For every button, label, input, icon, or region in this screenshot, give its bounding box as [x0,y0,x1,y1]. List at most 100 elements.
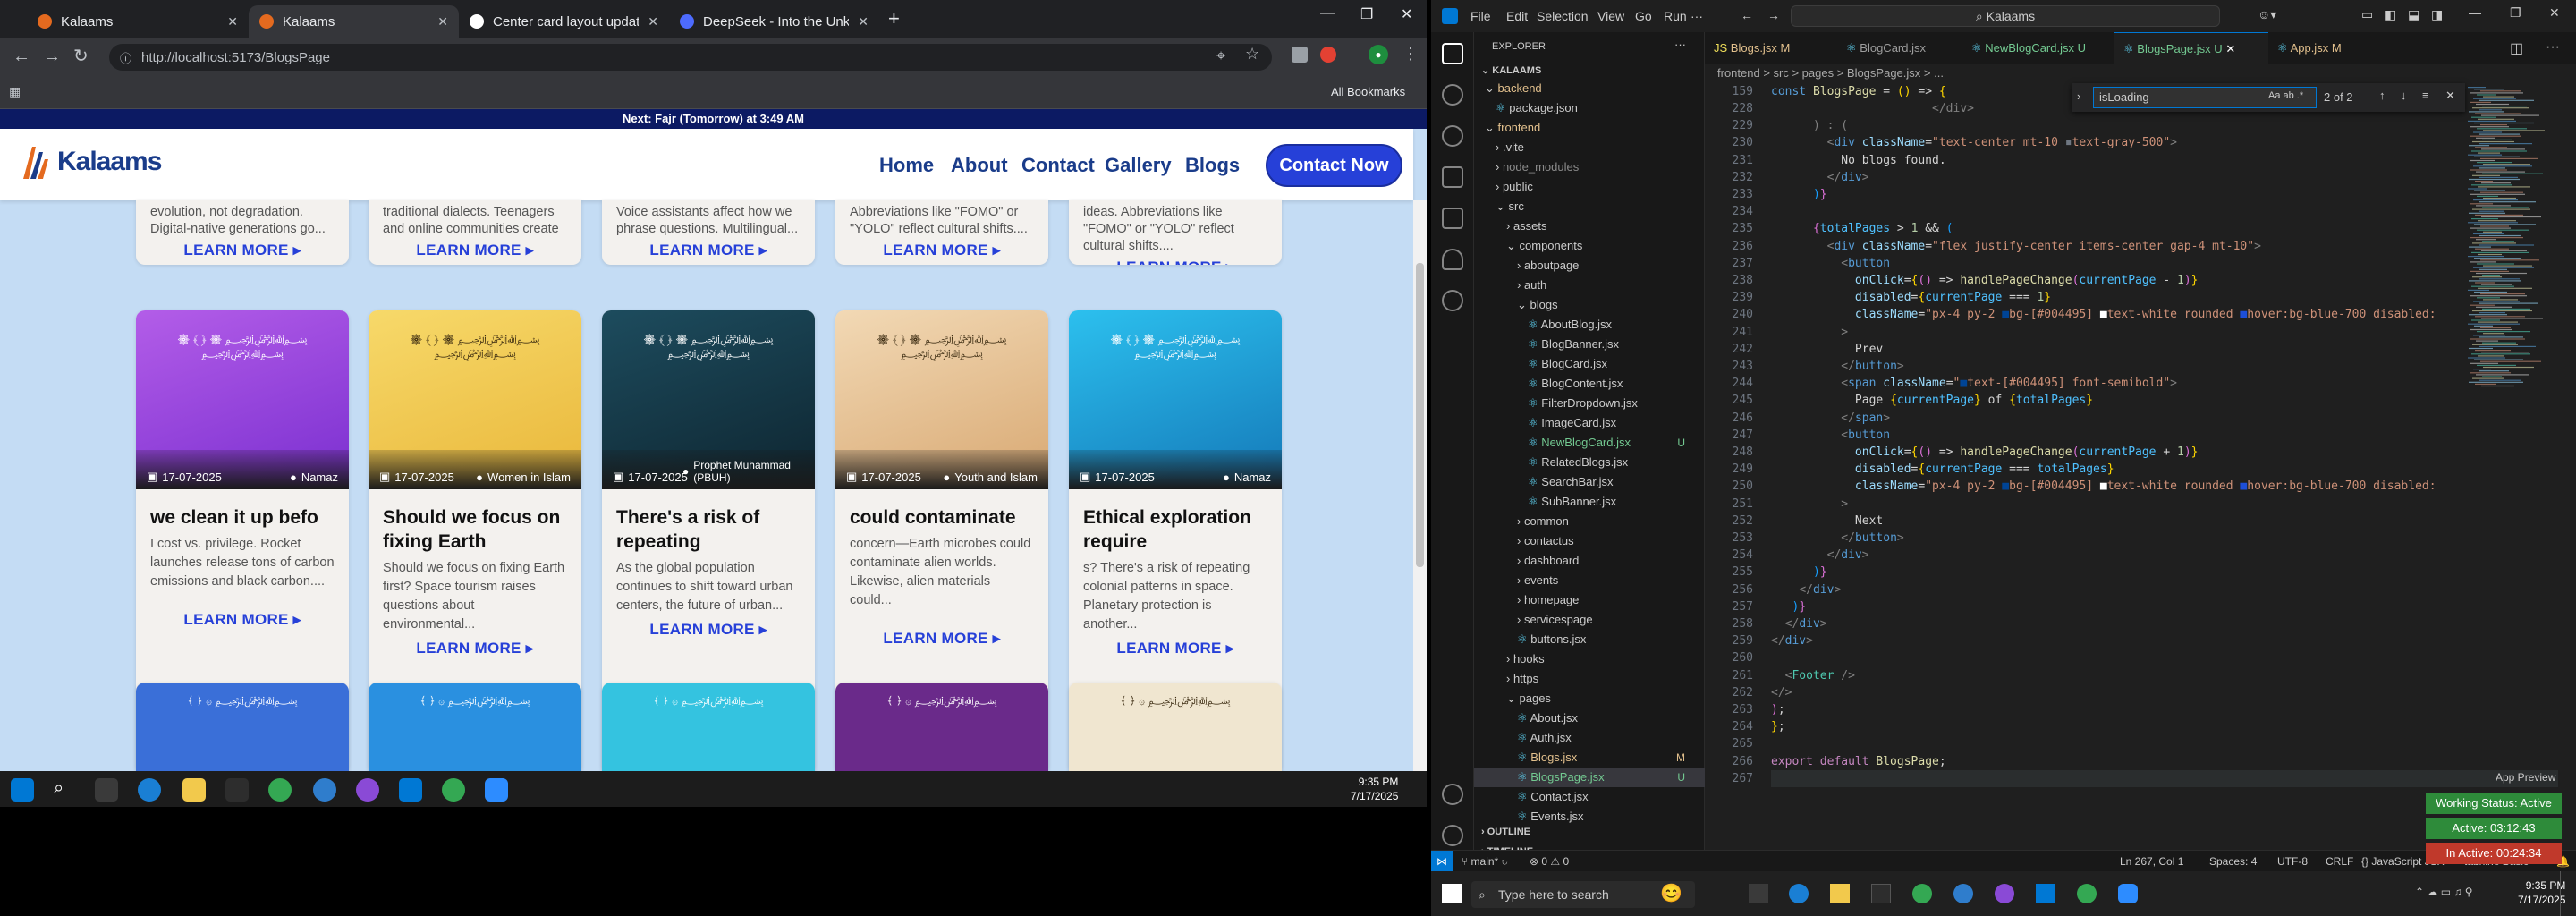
edge-icon[interactable] [138,778,161,802]
close-tab-icon[interactable]: ✕ [2225,42,2235,55]
tree-file[interactable]: ⚛ NewBlogCard.jsx U [1474,433,1705,453]
browser-tab[interactable]: DeepSeek - Into the Unknown ✕ [669,5,879,38]
learn-more-link[interactable]: LEARN MORE ▸ [369,242,581,259]
blog-card-partial[interactable]: ﷽ ۞ ﴿ ﴾ [1069,683,1282,771]
close-icon[interactable]: ✕ [437,14,448,30]
tree-folder[interactable]: › node_modules [1474,157,1705,177]
system-clock[interactable]: 9:35 PM 7/17/2025 [1351,771,1398,803]
code-line[interactable]: ); [1771,701,1785,718]
code-line[interactable] [1771,769,2558,787]
extensions-icon[interactable] [1442,208,1463,229]
extension-icon[interactable] [1292,47,1308,63]
tree-folder[interactable]: › dashboard [1474,551,1705,571]
code-line[interactable]: </div> [1771,632,1813,649]
code-line[interactable]: export default BlogsPage; [1771,753,1946,770]
search-icon[interactable]: ⌕ [54,778,77,802]
code-line[interactable]: className="px-4 py-2 ■bg-[#004495] ■text… [1771,306,2436,323]
tree-folder[interactable]: › common [1474,512,1705,531]
code-line[interactable]: </div> [1771,100,1974,117]
code-line[interactable]: No blogs found. [1771,152,1945,169]
zoom-icon[interactable] [485,778,508,802]
code-line[interactable]: </div> [1771,169,1869,186]
code-line[interactable]: <div className="text-center mt-10 ▪text-… [1771,134,2177,151]
bookmark-star-icon[interactable]: ☆ [1245,45,1259,64]
menu-file[interactable]: File [1470,9,1491,23]
github-desktop-icon[interactable] [1995,884,2014,903]
cursor-position[interactable]: Ln 267, Col 1 [2120,851,2183,871]
tree-folder[interactable]: ⌄ backend [1474,79,1705,98]
apps-icon[interactable]: ▦ [9,84,21,99]
tree-file[interactable]: ⚛ BlogsPage.jsx U [1474,768,1705,787]
tree-file[interactable]: ⚛ BlogCard.jsx [1474,354,1705,374]
scrollbar-thumb[interactable] [1416,263,1424,567]
tree-folder[interactable]: › .vite [1474,138,1705,157]
outline-section[interactable]: › OUTLINE [1481,827,1530,837]
tree-file[interactable]: ⚛ BlogBanner.jsx [1474,335,1705,354]
menu-view[interactable]: View [1597,9,1624,23]
remote-indicator-icon[interactable]: ⋈ [1431,851,1453,871]
store-icon[interactable] [225,778,249,802]
code-line[interactable]: <button [1771,427,1890,444]
code-line[interactable]: <Footer /> [1771,667,1855,684]
layout-icon[interactable]: ▭ [2361,7,2373,22]
code-line[interactable]: )} [1771,564,1827,581]
menu-go[interactable]: Go [1635,9,1652,23]
workspace-root[interactable]: ⌄ KALAAMS [1481,64,1541,76]
code-line[interactable]: <span className="■text-[#004495] font-se… [1771,375,2177,392]
code-line[interactable]: disabled={currentPage === 1} [1771,289,2051,306]
blog-card-partial[interactable]: ﷽ ۞ ﴿ ﴾ [136,683,349,771]
chrome-icon[interactable] [268,778,292,802]
forward-icon[interactable]: → [43,47,61,66]
browser-tab[interactable]: Kalaams ✕ [27,5,249,38]
learn-more-link[interactable]: LEARN MORE ▸ [835,630,1048,648]
command-center[interactable]: ⌕ Kalaams [1791,5,2220,27]
close-icon[interactable]: ✕ [648,14,658,30]
menu-run[interactable]: Run [1664,9,1687,23]
browser-tab-active[interactable]: Kalaams ✕ [249,5,459,38]
maximize-icon[interactable]: ❐ [1360,5,1373,23]
tabnine-icon[interactable] [1442,290,1463,311]
tree-file[interactable]: ⚛ AboutBlog.jsx [1474,315,1705,335]
extension-icon[interactable] [1320,47,1336,63]
code-line[interactable]: onClick={() => handlePageChange(currentP… [1771,272,2199,289]
reload-icon[interactable]: ↻ [73,47,89,66]
code-line[interactable]: </button> [1771,358,1903,375]
chrome-icon[interactable] [1912,884,1932,903]
close-icon[interactable]: ✕ [227,14,238,30]
learn-more-link[interactable]: LEARN MORE ▸ [1069,259,1282,265]
tree-folder[interactable]: › contactus [1474,531,1705,551]
manage-gear-icon[interactable] [1442,825,1463,846]
breadcrumb[interactable]: frontend > src > pages > BlogsPage.jsx >… [1705,64,2576,83]
code-line[interactable]: {totalPages > 1 && ( [1771,220,1953,237]
tree-file[interactable]: ⚛ Auth.jsx [1474,728,1705,748]
code-line[interactable]: onClick={() => handlePageChange(currentP… [1771,444,2199,461]
code-line[interactable]: )} [1771,186,1827,203]
tree-file[interactable]: ⚛ SubBanner.jsx [1474,492,1705,512]
code-line[interactable]: Prev [1771,341,1883,358]
code-line[interactable]: }; [1771,718,1785,735]
toggle-panel-icon[interactable]: ⬓ [2408,7,2419,22]
code-line[interactable]: </> [1771,684,1792,701]
next-match-icon[interactable]: ↓ [2401,89,2407,102]
tree-folder[interactable]: › https [1474,669,1705,689]
chrome-icon[interactable] [2077,884,2097,903]
github-desktop-icon[interactable] [356,778,379,802]
file-explorer-icon[interactable] [182,778,206,802]
close-window-icon[interactable]: ✕ [1401,5,1412,23]
nav-about[interactable]: About [951,154,1008,177]
explorer-icon[interactable] [1442,43,1463,64]
code-line[interactable]: <button [1771,255,1890,272]
zoom-icon[interactable] [2118,884,2138,903]
minimize-icon[interactable]: — [1320,5,1335,21]
blog-card-partial[interactable]: ﷽ ۞ ﴿ ﴾ [369,683,581,771]
code-line[interactable]: <div className="flex justify-center item… [1771,238,2261,255]
forward-icon[interactable]: → [1767,8,1780,22]
learn-more-link[interactable]: LEARN MORE ▸ [136,611,349,629]
new-tab-icon[interactable]: + [888,7,900,30]
sticky-scroll-line[interactable]: const BlogsPage = () => { [1771,83,1946,100]
close-find-icon[interactable]: ✕ [2445,89,2455,103]
more-actions-icon[interactable]: ··· [1674,38,1686,51]
code-line[interactable]: > [1771,496,1848,513]
tree-file[interactable]: ⚛ SearchBar.jsx [1474,472,1705,492]
task-view-icon[interactable] [1749,884,1768,903]
